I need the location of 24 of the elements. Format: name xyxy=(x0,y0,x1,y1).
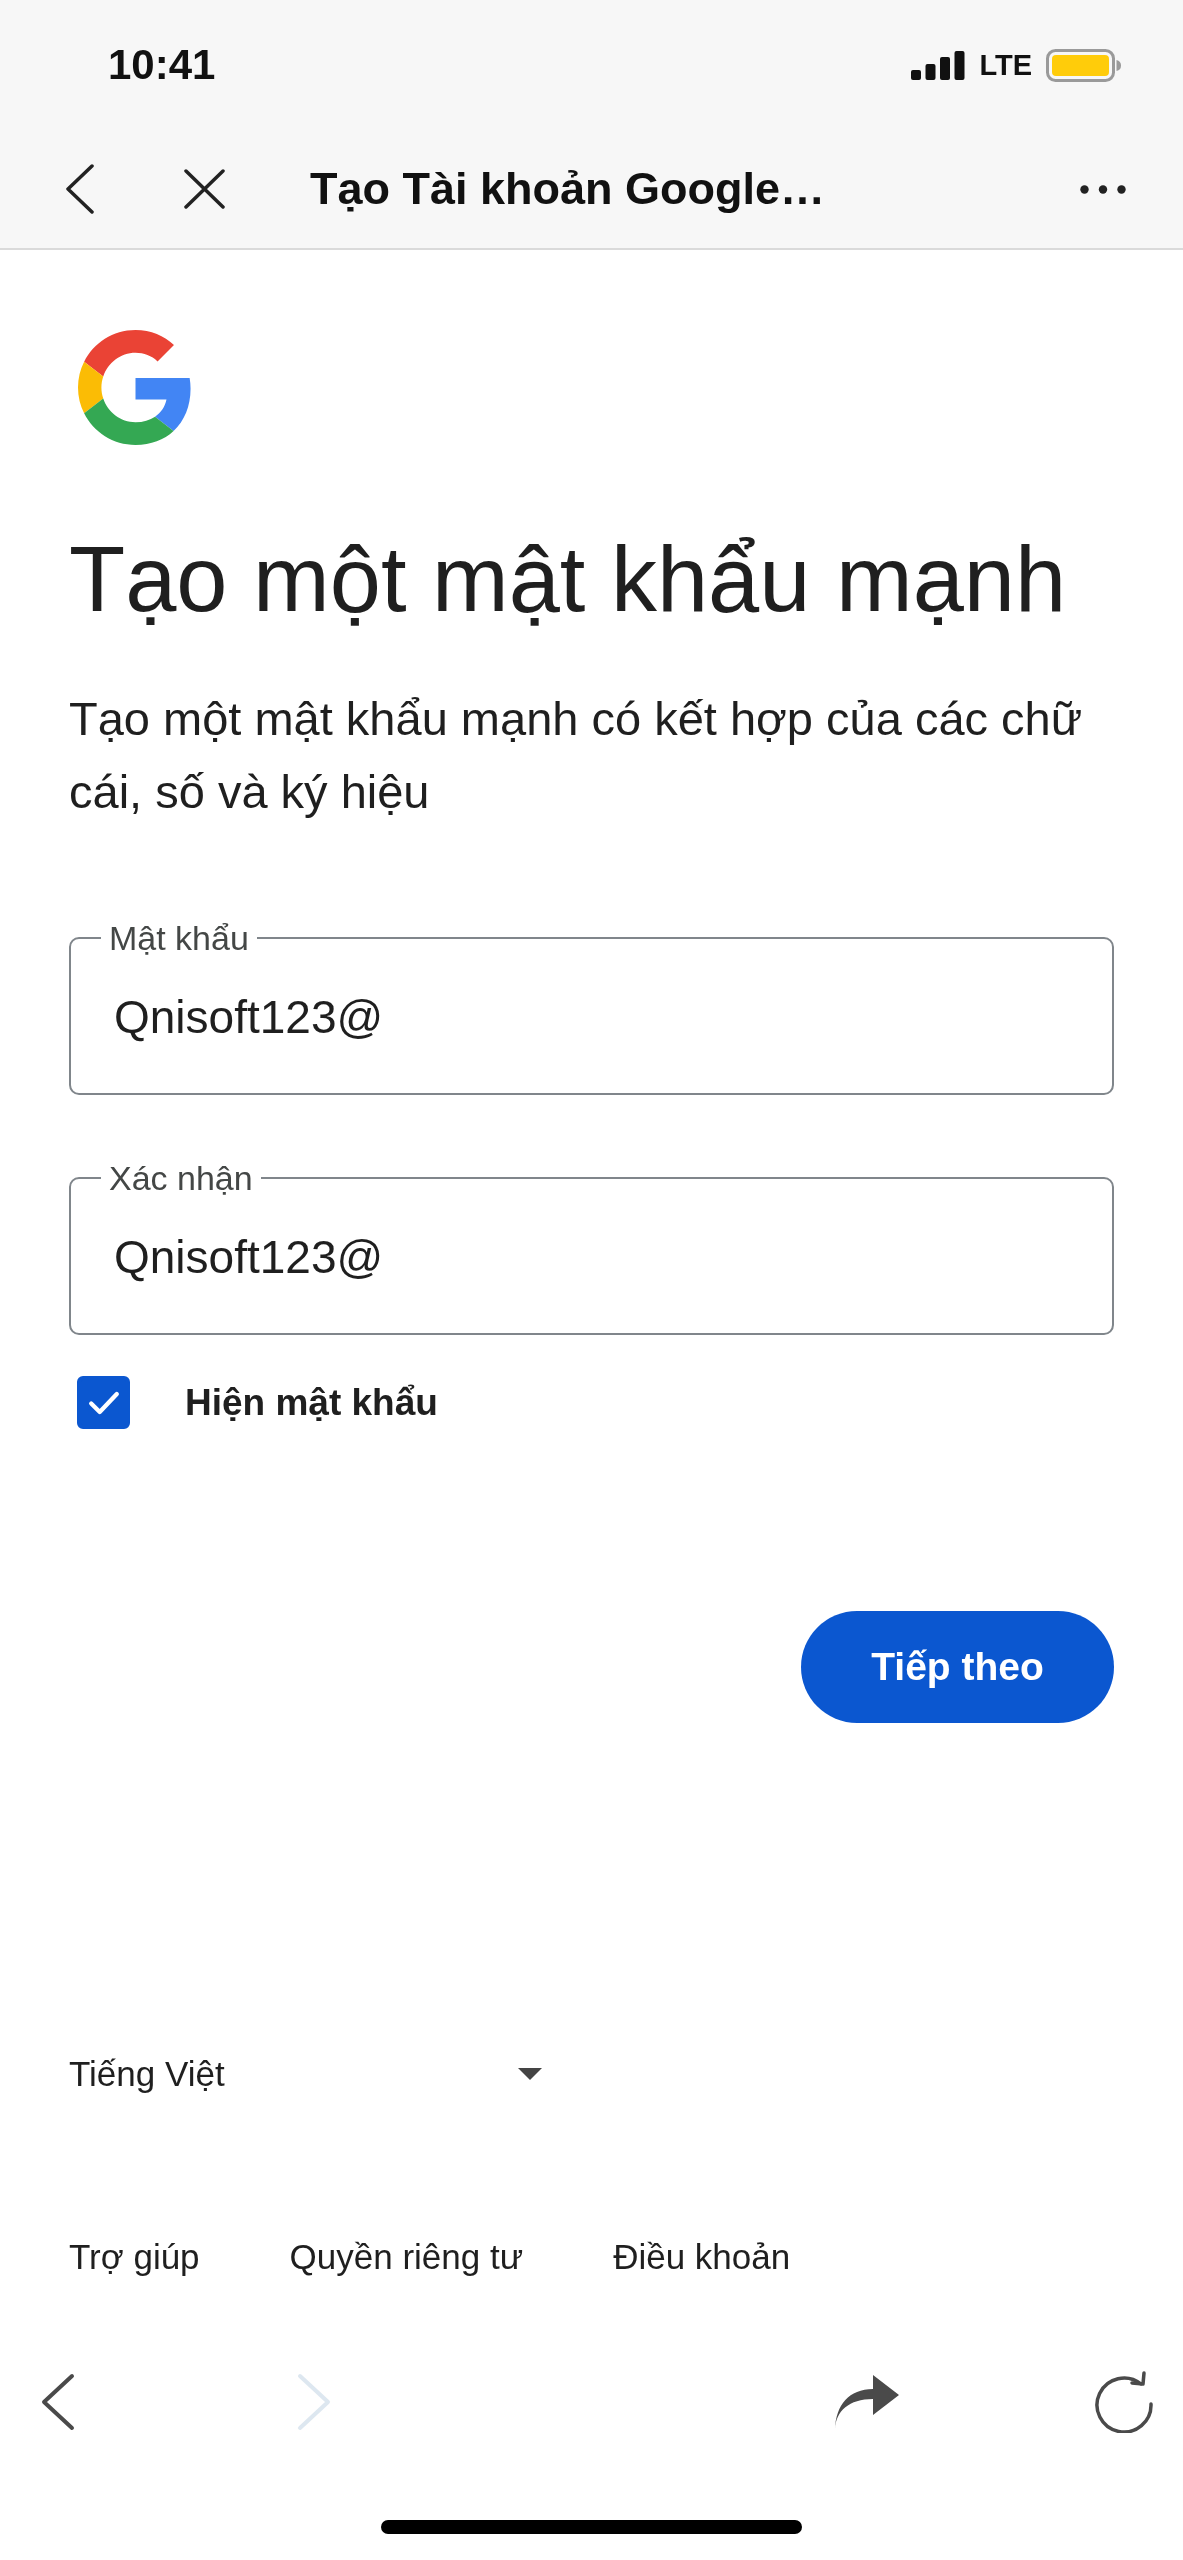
signal-icon xyxy=(911,50,966,80)
back-icon[interactable] xyxy=(41,2373,75,2431)
footer-link[interactable]: Quyền riêng tư xyxy=(289,2237,524,2277)
field-label: Xác nhận xyxy=(108,1158,254,1198)
page-title: Tạo Tài khoản Google… xyxy=(310,163,827,215)
back-icon[interactable] xyxy=(65,164,95,214)
status-time: 10:41 xyxy=(108,41,216,89)
caret-icon xyxy=(518,2068,542,2080)
checkbox-label[interactable]: Hiện mật khẩu xyxy=(185,1381,438,1424)
field-label: Mật khẩu xyxy=(108,918,250,958)
g-logo-icon xyxy=(78,330,193,445)
more-icon[interactable] xyxy=(1080,184,1126,194)
network-label: LTE xyxy=(979,48,1032,82)
footer-link[interactable]: Điều khoản xyxy=(613,2237,791,2277)
footer-link[interactable]: Trợ giúp xyxy=(69,2237,200,2277)
show-password-checkbox[interactable] xyxy=(77,1376,130,1429)
next-button[interactable]: Tiếp theo xyxy=(801,1611,1114,1723)
language-select[interactable]: Tiếng Việt xyxy=(69,2044,542,2104)
reload-icon[interactable] xyxy=(1093,2371,1155,2433)
page-heading: Tạo một mật khẩu mạnh xyxy=(69,527,1067,632)
page-description: Tạo một mật khẩu mạnh có kết hợp của các chữ cái, số và ký hiệu xyxy=(69,691,1084,820)
battery-icon xyxy=(1046,48,1121,82)
close-icon[interactable] xyxy=(184,169,225,209)
checkmark-icon xyxy=(87,1389,120,1416)
